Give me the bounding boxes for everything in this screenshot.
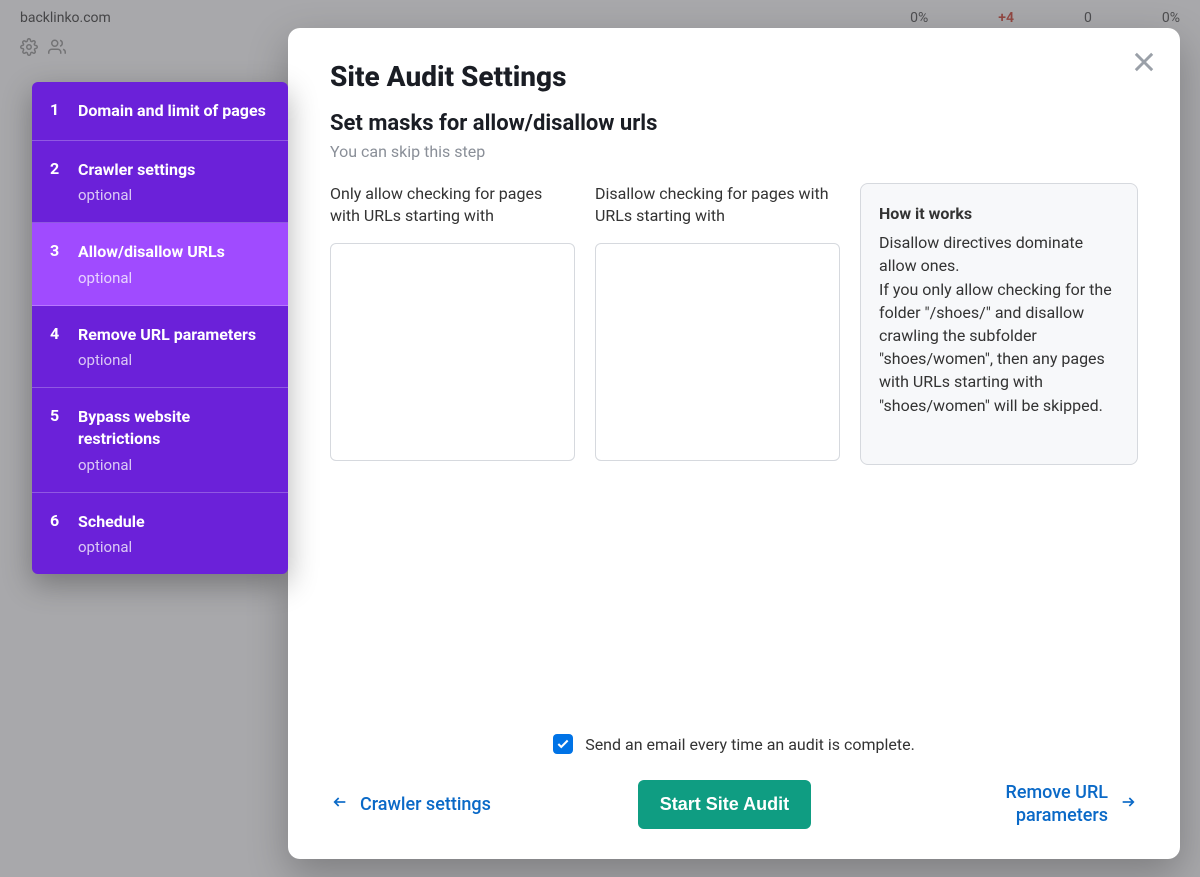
step-title: Domain and limit of pages — [78, 100, 270, 122]
allow-urls-input[interactable] — [330, 243, 575, 461]
modal-subtitle: Set masks for allow/disallow urls — [330, 111, 1138, 136]
wizard-step-5[interactable]: 5Bypass website restrictions optional — [32, 388, 288, 492]
email-checkbox[interactable] — [553, 734, 573, 754]
step-number: 4 — [50, 324, 78, 370]
step-number: 2 — [50, 159, 78, 205]
next-link[interactable]: Remove URL parameters — [958, 782, 1138, 827]
wizard-step-1[interactable]: 1Domain and limit of pages — [32, 82, 288, 141]
modal-help: You can skip this step — [330, 142, 1138, 161]
wizard-sidebar: 1Domain and limit of pages2Crawler setti… — [32, 82, 288, 574]
disallow-urls-label: Disallow checking for pages with URLs st… — [595, 183, 840, 229]
step-title: Schedule — [78, 511, 270, 533]
step-subtitle: optional — [78, 351, 270, 369]
step-number: 1 — [50, 100, 78, 122]
info-title: How it works — [879, 202, 1119, 225]
arrow-right-icon — [1118, 794, 1138, 815]
step-subtitle: optional — [78, 538, 270, 556]
back-link-label: Crawler settings — [360, 794, 491, 815]
step-subtitle: optional — [78, 456, 270, 474]
step-title: Allow/disallow URLs — [78, 241, 270, 263]
step-title: Crawler settings — [78, 159, 270, 181]
step-title: Remove URL parameters — [78, 324, 270, 346]
wizard-step-2[interactable]: 2Crawler settings optional — [32, 141, 288, 224]
next-link-label: Remove URL parameters — [958, 782, 1108, 827]
back-link[interactable]: Crawler settings — [330, 794, 491, 815]
arrow-left-icon — [330, 794, 350, 815]
disallow-urls-input[interactable] — [595, 243, 840, 461]
site-audit-settings-modal: Site Audit Settings Set masks for allow/… — [288, 28, 1180, 859]
step-number: 5 — [50, 406, 78, 473]
wizard-step-4[interactable]: 4Remove URL parameters optional — [32, 306, 288, 389]
step-number: 6 — [50, 511, 78, 557]
start-site-audit-button[interactable]: Start Site Audit — [638, 780, 811, 829]
modal-title: Site Audit Settings — [330, 60, 1138, 93]
email-label: Send an email every time an audit is com… — [585, 735, 915, 754]
wizard-step-6[interactable]: 6Schedule optional — [32, 493, 288, 575]
step-number: 3 — [50, 241, 78, 287]
how-it-works-box: How it works Disallow directives dominat… — [860, 183, 1138, 465]
close-icon[interactable] — [1130, 48, 1158, 76]
wizard-step-3[interactable]: 3Allow/disallow URLs optional — [32, 223, 288, 306]
allow-urls-label: Only allow checking for pages with URLs … — [330, 183, 575, 229]
step-subtitle: optional — [78, 186, 270, 204]
step-subtitle: optional — [78, 269, 270, 287]
info-body: Disallow directives dominate allow ones.… — [879, 231, 1119, 417]
step-title: Bypass website restrictions — [78, 406, 270, 449]
